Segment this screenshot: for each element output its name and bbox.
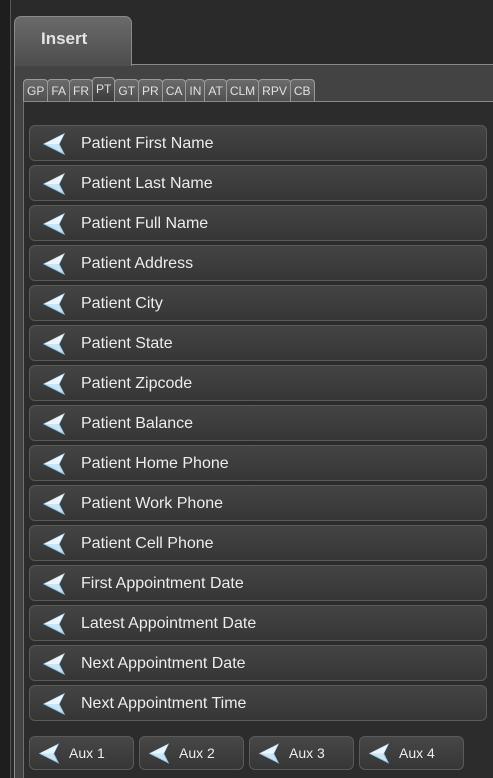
field-item[interactable]: First Appointment Date (29, 565, 487, 601)
field-label: Patient Full Name (81, 215, 209, 232)
field-label: Patient First Name (81, 135, 214, 152)
subtab-in[interactable]: IN (185, 79, 206, 101)
insert-arrow-icon (38, 743, 60, 764)
field-label: Patient Address (81, 255, 194, 272)
insert-arrow-icon (42, 212, 66, 236)
field-item[interactable]: Patient City (29, 285, 487, 321)
aux-2-button[interactable]: Aux 2 (139, 736, 244, 770)
field-label: Next Appointment Date (81, 655, 246, 672)
subtab-gt[interactable]: GT (114, 79, 140, 101)
subtab-rpv[interactable]: RPV (258, 79, 291, 101)
insert-arrow-icon (42, 612, 66, 636)
aux-button-label: Aux 3 (289, 745, 325, 761)
field-item[interactable]: Patient Home Phone (29, 445, 487, 481)
aux-button-row: Aux 1 Aux 2 Aux 3 Aux 4 (29, 736, 469, 770)
subtab-fa[interactable]: FA (47, 79, 71, 101)
field-item[interactable]: Patient Balance (29, 405, 487, 441)
aux-button-label: Aux 2 (179, 745, 215, 761)
field-label: Patient Home Phone (81, 455, 229, 472)
field-label: Patient Work Phone (81, 495, 224, 512)
insert-arrow-icon (42, 572, 66, 596)
insert-arrow-icon (258, 743, 280, 764)
aux-4-button[interactable]: Aux 4 (359, 736, 464, 770)
field-label: Patient Cell Phone (81, 535, 214, 552)
field-item[interactable]: Latest Appointment Date (29, 605, 487, 641)
field-label: Patient State (81, 335, 173, 352)
insert-arrow-icon (42, 252, 66, 276)
insert-arrow-icon (42, 332, 66, 356)
field-item[interactable]: Patient Zipcode (29, 365, 487, 401)
subtab-cb[interactable]: CB (289, 79, 315, 101)
insert-arrow-icon (42, 372, 66, 396)
aux-button-label: Aux 4 (399, 745, 435, 761)
aux-1-button[interactable]: Aux 1 (29, 736, 134, 770)
field-label: First Appointment Date (81, 575, 244, 592)
insert-arrow-icon (42, 412, 66, 436)
field-label: Latest Appointment Date (81, 615, 257, 632)
subtab-clm[interactable]: CLM (225, 79, 260, 101)
left-panel-edge (0, 0, 11, 778)
field-item[interactable]: Patient Last Name (29, 165, 487, 201)
field-label: Patient Balance (81, 415, 194, 432)
field-label: Patient Zipcode (81, 375, 193, 392)
field-item[interactable]: Patient Address (29, 245, 487, 281)
subtab-pr[interactable]: PR (138, 79, 163, 101)
tab-insert[interactable]: Insert (14, 16, 132, 66)
field-item[interactable]: Next Appointment Time (29, 685, 487, 721)
insert-arrow-icon (42, 132, 66, 156)
subtab-ca[interactable]: CA (161, 79, 187, 101)
field-item[interactable]: Next Appointment Date (29, 645, 487, 681)
insert-arrow-icon (42, 172, 66, 196)
field-item[interactable]: Patient State (29, 325, 487, 361)
tab-insert-label: Insert (41, 29, 88, 48)
insert-arrow-icon (42, 652, 66, 676)
insert-arrow-icon (42, 492, 66, 516)
field-item[interactable]: Patient Cell Phone (29, 525, 487, 561)
subtab-gp[interactable]: GP (23, 79, 49, 101)
field-label: Next Appointment Time (81, 695, 247, 712)
subtab-fr[interactable]: FR (69, 79, 94, 101)
insert-arrow-icon (42, 532, 66, 556)
field-label: Patient Last Name (81, 175, 213, 192)
field-item[interactable]: Patient First Name (29, 125, 487, 161)
insert-arrow-icon (42, 692, 66, 716)
aux-3-button[interactable]: Aux 3 (249, 736, 354, 770)
field-item[interactable]: Patient Work Phone (29, 485, 487, 521)
insert-arrow-icon (148, 743, 170, 764)
field-item[interactable]: Patient Full Name (29, 205, 487, 241)
subtab-bar: GP FA FR PT GT PR CA IN AT CLM RPV CB (23, 77, 315, 101)
insert-arrow-icon (42, 292, 66, 316)
aux-button-label: Aux 1 (69, 745, 105, 761)
insert-arrow-icon (42, 452, 66, 476)
subtab-pt[interactable]: PT (92, 77, 116, 101)
subtab-at[interactable]: AT (204, 79, 227, 101)
field-label: Patient City (81, 295, 163, 312)
field-list: Patient First Name Patient Last Name Patie… (29, 125, 487, 725)
insert-arrow-icon (368, 743, 390, 764)
